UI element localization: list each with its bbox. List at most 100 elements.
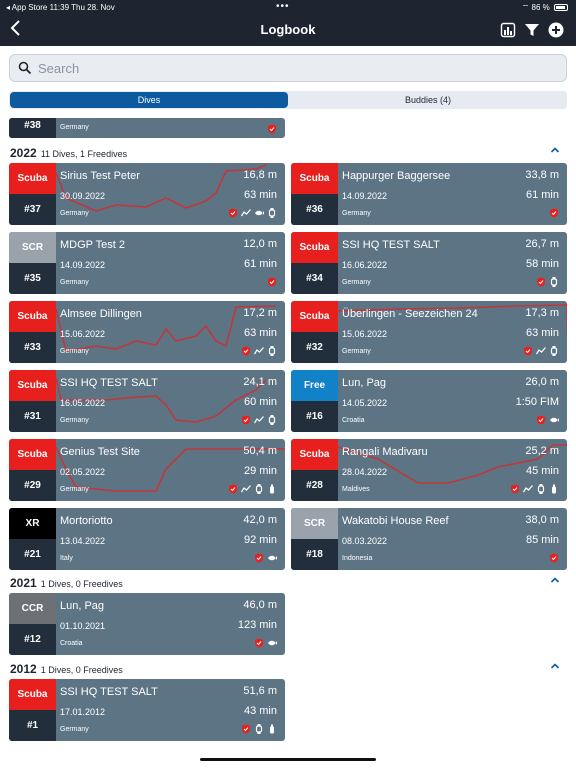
battery-text: 86 % — [531, 3, 550, 12]
dive-icons — [267, 276, 277, 288]
shield-icon — [524, 346, 532, 356]
shield-icon — [242, 346, 250, 356]
dive-card[interactable]: Scuba #37 Sirius Test Peter 30.09.2022 Germa… — [9, 163, 285, 225]
dive-country: Germany — [342, 210, 371, 217]
dive-card[interactable]: Scuba #36 Happurger Baggersee 14.09.2022 Ger… — [291, 163, 567, 225]
dive-card[interactable]: XR #21 Mortoriotto 13.04.2022 Italy 42,0 m 92 … — [9, 508, 285, 570]
dive-type-badge: Scuba — [9, 439, 56, 470]
status-date: Thu 28. Nov — [71, 3, 115, 12]
status-carrier[interactable]: ◂ App Store — [6, 3, 47, 12]
dive-date: 15.06.2022 — [342, 329, 388, 339]
dive-number: #31 — [9, 401, 56, 432]
shield-icon — [268, 277, 276, 287]
year-count: 1 Dives, 0 Freedives — [40, 665, 123, 675]
add-dive-button[interactable] — [548, 22, 564, 38]
dive-card[interactable]: Scuba #28 Rangali Madivaru 28.04.2022 Maldiv… — [291, 439, 567, 501]
year-label: 2022 — [10, 146, 37, 160]
watch-icon — [537, 484, 545, 494]
tank-icon — [270, 724, 274, 734]
dive-site-name: MDGP Test 2 — [60, 239, 126, 251]
dive-duration: 85 min — [525, 534, 559, 546]
dive-icons — [254, 552, 277, 564]
chart-icon — [241, 209, 251, 217]
dive-site-name: Überlingen - Seezeichen 24 — [342, 308, 478, 320]
dive-duration: 63 min — [243, 189, 277, 201]
dive-card[interactable]: Free #16 Lun, Pag 14.05.2022 Croatia 26,0 m 1:… — [291, 370, 567, 432]
dive-duration: 60 min — [243, 396, 277, 408]
dive-type-badge: Scuba — [291, 163, 338, 194]
chevron-up-icon[interactable] — [550, 661, 560, 671]
dive-country: Germany — [60, 124, 89, 131]
dive-number: #37 — [9, 194, 56, 225]
year-label: 2021 — [10, 576, 37, 590]
dive-card[interactable]: Scuba #32 Überlingen - Seezeichen 24 15.06.… — [291, 301, 567, 363]
search-input[interactable] — [38, 58, 538, 78]
dive-number: #35 — [9, 263, 56, 294]
dive-date: 30.09.2022 — [60, 191, 106, 201]
dive-card[interactable]: Scuba #1 SSI HQ TEST SALT 17.01.2012 Germany… — [9, 679, 285, 741]
dive-duration: 45 min — [525, 465, 559, 477]
dive-max-depth: 26,7 m — [525, 238, 559, 250]
year-header-2021[interactable]: 2021 1 Dives, 0 Freedives — [10, 574, 566, 592]
dive-country: Germany — [60, 279, 89, 286]
chevron-up-icon[interactable] — [550, 575, 560, 585]
dive-number: #33 — [9, 332, 56, 363]
dive-icons — [267, 123, 277, 135]
dive-card[interactable]: Scuba #34 SSI HQ TEST SALT 16.06.2022 German… — [291, 232, 567, 294]
dive-card[interactable]: Scuba #33 Almsee Dillingen 15.06.2022 German… — [9, 301, 285, 363]
dive-country: Germany — [60, 417, 89, 424]
year-header-2022[interactable]: 2022 11 Dives, 1 Freedives — [10, 144, 566, 162]
dive-card[interactable]: Scuba #29 Genius Test Site 02.05.2022 German… — [9, 439, 285, 501]
dive-duration: 29 min — [243, 465, 277, 477]
dive-icons — [549, 207, 559, 219]
plus-circle-icon — [548, 22, 564, 38]
shield-icon — [229, 208, 237, 218]
dive-type-badge: SCR — [291, 508, 338, 539]
filter-button[interactable] — [524, 22, 540, 38]
dive-card[interactable]: Scuba #31 SSI HQ TEST SALT 16.05.2022 German… — [9, 370, 285, 432]
year-header-2012[interactable]: 2012 1 Dives, 0 Freedives — [10, 660, 566, 678]
dive-site-name: Wakatobi House Reef — [342, 515, 449, 527]
dive-number: #29 — [9, 470, 56, 501]
dive-max-depth: 50,4 m — [243, 445, 277, 457]
chevron-up-icon[interactable] — [550, 145, 560, 155]
multitasking-dots-icon[interactable]: ••• — [276, 1, 290, 12]
dive-max-depth: 51,6 m — [243, 685, 277, 697]
year-label: 2012 — [10, 662, 37, 676]
fish-icon — [255, 210, 264, 216]
dive-max-depth: 38,0 m — [525, 514, 559, 526]
dive-site-name: Mortoriotto — [60, 515, 113, 527]
dive-site-name: Happurger Baggersee — [342, 170, 451, 182]
dive-icons — [241, 723, 277, 735]
dive-type-badge: Scuba — [291, 439, 338, 470]
chart-icon — [254, 416, 264, 424]
home-indicator[interactable] — [200, 758, 376, 761]
dive-icons — [241, 414, 277, 426]
dive-number: #34 — [291, 263, 338, 294]
chart-icon — [536, 347, 546, 355]
search-bar[interactable] — [9, 54, 567, 82]
dive-number: #21 — [9, 539, 56, 570]
search-icon — [18, 61, 32, 75]
tab-buddies[interactable]: Buddies (4) — [289, 91, 567, 109]
dive-max-depth: 25,2 m — [525, 445, 559, 457]
statistics-button[interactable] — [500, 22, 516, 38]
tab-dives[interactable]: Dives — [10, 92, 288, 108]
wifi-icon: ⌔ — [521, 3, 530, 12]
dive-site-name: Lun, Pag — [342, 377, 387, 389]
dive-card[interactable]: SCR #35 MDGP Test 2 14.09.2022 Germany 12,0 m… — [9, 232, 285, 294]
dive-type-badge: Scuba — [9, 679, 56, 710]
dive-card[interactable]: SCR #18 Wakatobi House Reef 08.03.2022 Indon… — [291, 508, 567, 570]
dive-date: 17.01.2012 — [60, 707, 106, 717]
dive-card-partial[interactable]: #38 Germany — [9, 118, 285, 138]
dive-date: 28.04.2022 — [342, 467, 388, 477]
fish-icon — [268, 555, 277, 561]
dive-type-badge: CCR — [9, 593, 56, 624]
dive-date: 16.06.2022 — [342, 260, 388, 270]
dive-date: 14.05.2022 — [342, 398, 388, 408]
chart-icon — [523, 485, 533, 493]
fish-icon — [550, 417, 559, 423]
dive-card[interactable]: CCR #12 Lun, Pag 01.10.2021 Croatia 46,0 m 123… — [9, 593, 285, 655]
dive-duration: 61 min — [243, 258, 277, 270]
dive-number: #1 — [9, 710, 56, 741]
